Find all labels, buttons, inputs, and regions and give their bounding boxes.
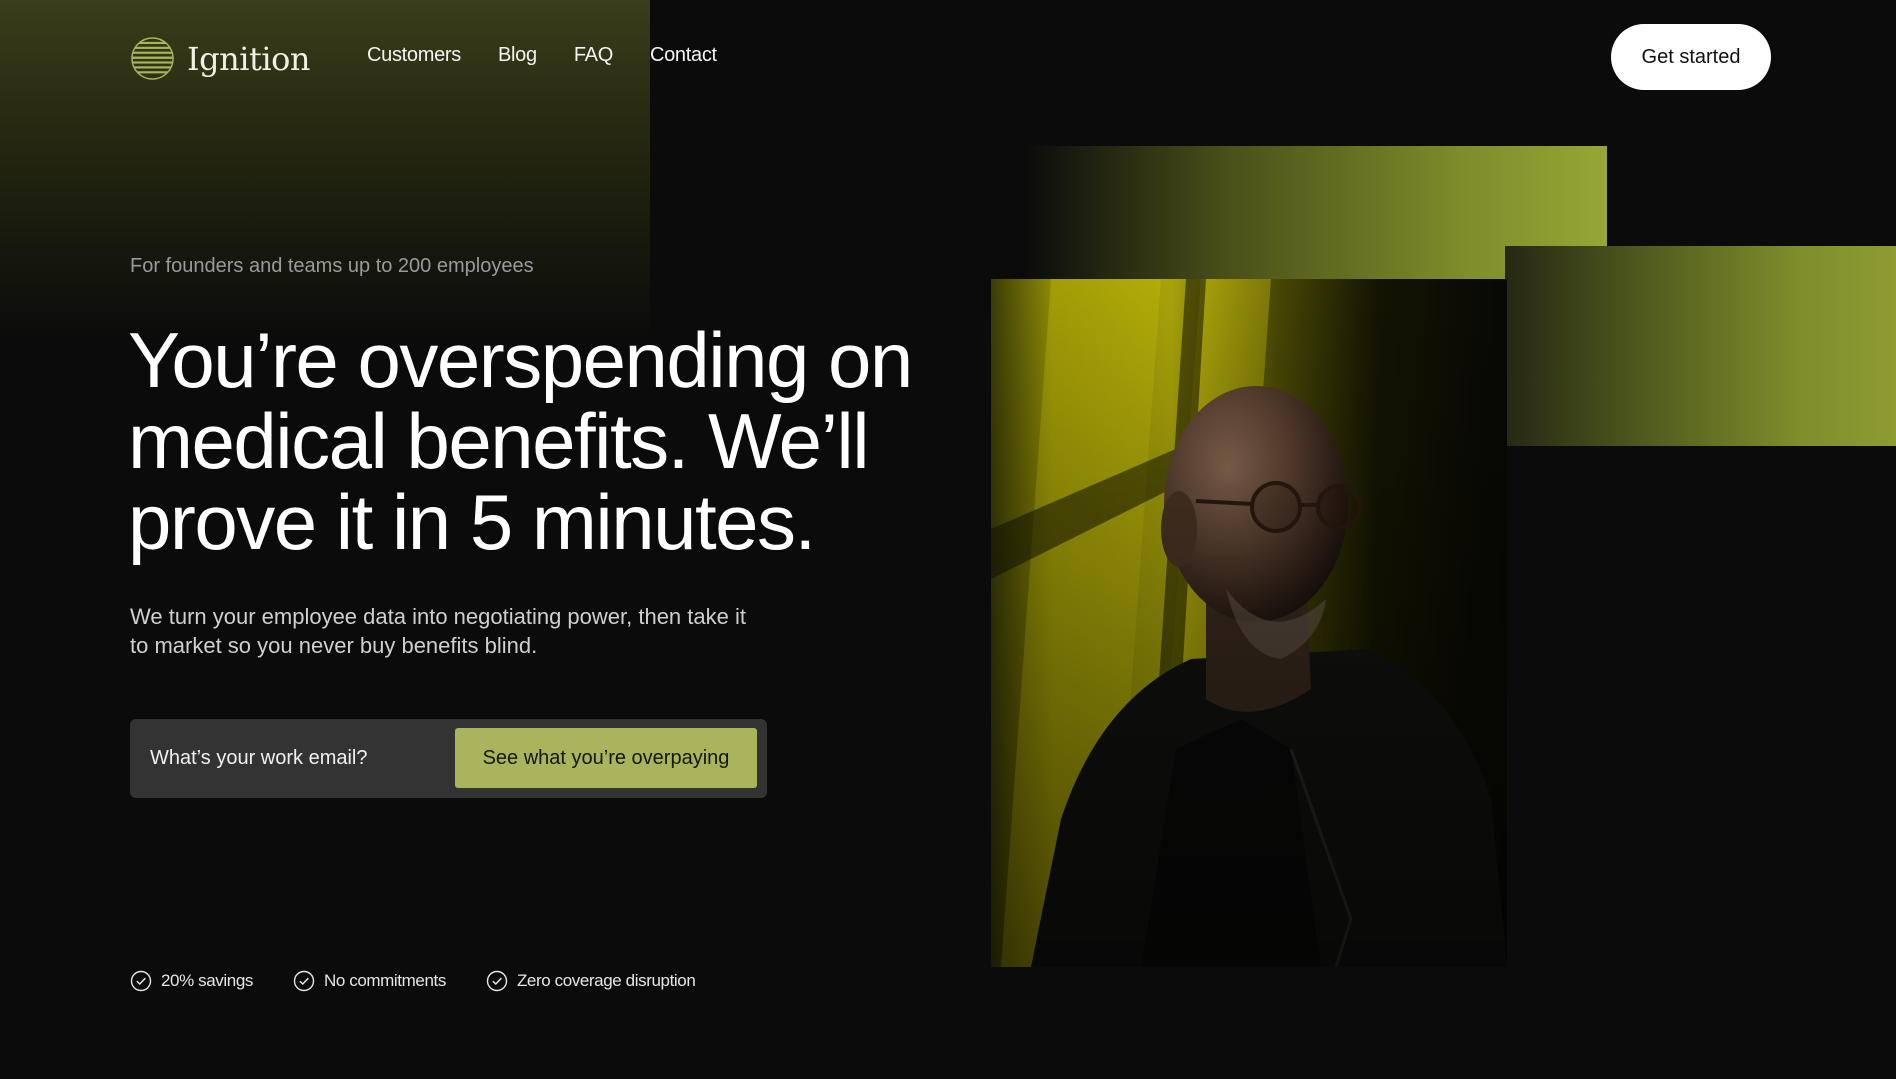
feature-item: Zero coverage disruption xyxy=(486,970,696,992)
nav-item-blog[interactable]: Blog xyxy=(498,44,537,67)
feature-label: 20% savings xyxy=(161,971,253,990)
feature-item: 20% savings xyxy=(130,970,253,992)
nav-item-contact[interactable]: Contact xyxy=(650,44,717,67)
work-email-input[interactable] xyxy=(130,719,450,798)
nav-item-customers[interactable]: Customers xyxy=(367,44,461,67)
email-form: See what you’re overpaying xyxy=(130,719,767,798)
hero-headline: You’re overspending on medical benefits.… xyxy=(128,316,913,566)
striped-globe-icon xyxy=(131,37,174,80)
brand-name: Ignition xyxy=(187,39,310,78)
hero-portrait-image xyxy=(991,279,1507,967)
check-circle-icon xyxy=(293,970,315,992)
portrait-illustration xyxy=(991,279,1507,967)
feature-list: 20% savings No commitments Zero coverage… xyxy=(130,970,696,992)
feature-label: Zero coverage disruption xyxy=(516,971,696,990)
see-overpaying-button[interactable]: See what you’re overpaying xyxy=(455,728,757,788)
feature-item: No commitments xyxy=(293,970,446,992)
main-nav: Customers Blog FAQ Contact xyxy=(367,44,717,67)
nav-item-faq[interactable]: FAQ xyxy=(574,44,613,67)
check-circle-icon xyxy=(486,970,508,992)
hero-subheadline: We turn your employee data into negotiat… xyxy=(130,604,746,658)
hero-eyebrow: For founders and teams up to 200 employe… xyxy=(130,255,534,277)
brand-logo[interactable]: Ignition xyxy=(130,36,310,81)
feature-label: No commitments xyxy=(324,971,446,990)
get-started-button[interactable]: Get started xyxy=(1611,24,1771,90)
check-circle-icon xyxy=(130,970,152,992)
decorative-band-lower xyxy=(1505,246,1896,446)
